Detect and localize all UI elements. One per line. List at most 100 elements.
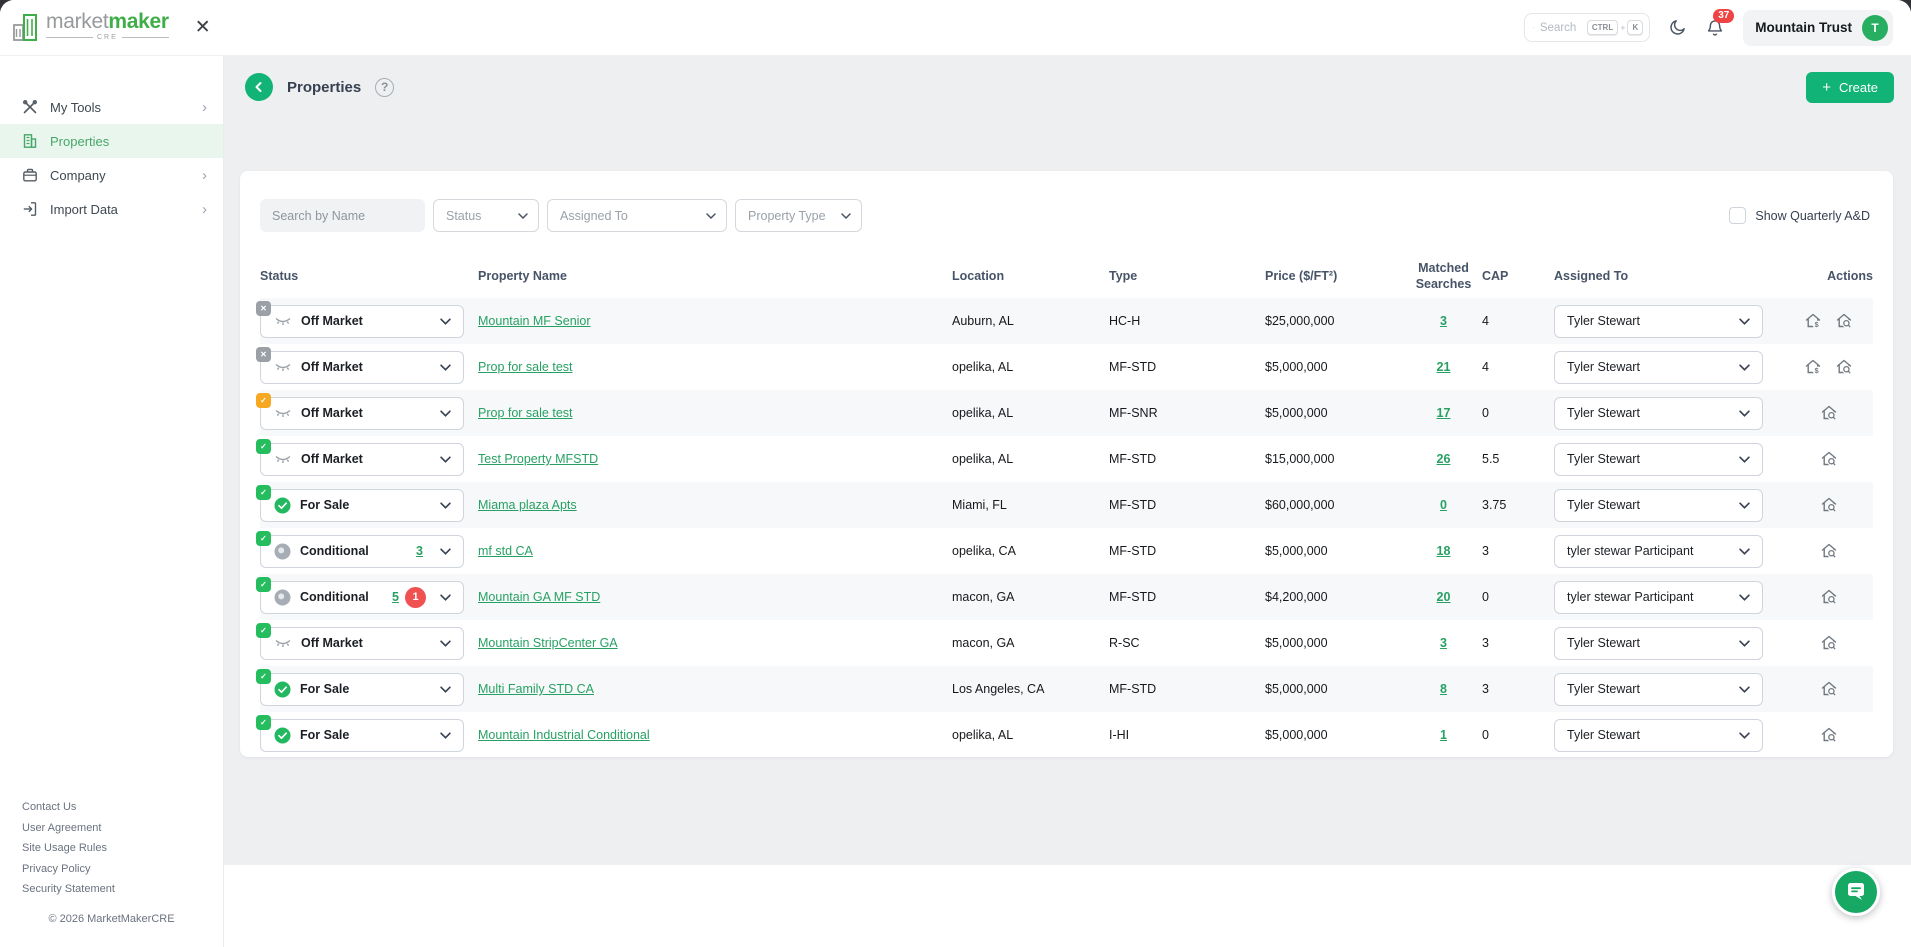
assigned-to-dropdown[interactable]: Tyler Stewart [1554,673,1763,706]
status-dropdown[interactable]: ✓ Off Market [260,397,464,430]
assigned-to-filter-select[interactable]: Assigned To [547,199,727,232]
property-name-link[interactable]: Miama plaza Apts [478,498,577,512]
dark-mode-toggle[interactable] [1668,18,1687,37]
status-dropdown[interactable]: ✓ For Sale [260,489,464,522]
sidebar-footer-links: Contact Us User Agreement Site Usage Rul… [22,801,115,895]
price-cell: $15,000,000 [1265,452,1405,466]
property-name-link[interactable]: Mountain Industrial Conditional [478,728,650,742]
assigned-to-dropdown[interactable]: Tyler Stewart [1554,351,1763,384]
sidebar-item-import-data[interactable]: Import Data › [0,192,223,226]
global-search-input[interactable] [1540,22,1582,34]
property-name-link[interactable]: Prop for sale test [478,360,573,374]
assigned-to-dropdown[interactable]: Tyler Stewart [1554,397,1763,430]
status-dropdown[interactable]: ✓ Conditional 5 1 [260,581,464,614]
link-security-statement[interactable]: Security Statement [22,883,115,895]
home-search-icon[interactable] [1820,680,1838,698]
home-search-icon[interactable] [1820,450,1838,468]
home-search-icon[interactable] [1820,634,1838,652]
home-search-icon[interactable] [1820,726,1838,744]
link-user-agreement[interactable]: User Agreement [22,822,115,834]
property-name-link[interactable]: Mountain StripCenter GA [478,636,618,650]
show-quarterly-checkbox[interactable] [1729,207,1746,224]
actions-cell [1784,496,1873,514]
sidebar-item-label: Company [50,168,106,183]
link-contact-us[interactable]: Contact Us [22,801,115,813]
status-label: For Sale [300,498,349,512]
chevron-down-icon [1739,594,1750,601]
matched-searches-link[interactable]: 17 [1437,406,1451,420]
status-dropdown[interactable]: ✓ For Sale [260,673,464,706]
property-type-filter-select[interactable]: Property Type [735,199,862,232]
assigned-to-label: tyler stewar Participant [1567,590,1731,604]
property-name-link[interactable]: mf std CA [478,544,533,558]
property-name-link[interactable]: Mountain GA MF STD [478,590,600,604]
sidebar-item-company[interactable]: Company › [0,158,223,192]
matched-searches-link[interactable]: 26 [1437,452,1451,466]
row-state-badge: ✓ [256,715,271,730]
matched-searches-link[interactable]: 20 [1437,590,1451,604]
status-dropdown[interactable]: ✕ Off Market [260,305,464,338]
account-menu[interactable]: Mountain Trust T [1743,10,1893,46]
matched-searches-link[interactable]: 18 [1437,544,1451,558]
link-site-usage-rules[interactable]: Site Usage Rules [22,842,115,854]
matched-searches-link[interactable]: 21 [1437,360,1451,374]
home-dollar-icon[interactable]: $ [1804,358,1822,376]
assigned-to-label: Tyler Stewart [1567,314,1731,328]
property-name-link[interactable]: Test Property MFSTD [478,452,598,466]
assigned-to-dropdown[interactable]: Tyler Stewart [1554,305,1763,338]
home-search-icon[interactable] [1820,542,1838,560]
search-by-name-input[interactable] [260,199,425,232]
property-name-link[interactable]: Mountain MF Senior [478,314,591,328]
status-dropdown[interactable]: ✓ Conditional 3 [260,535,464,568]
price-cell: $5,000,000 [1265,728,1405,742]
marketmaker-logo[interactable]: marketmaker CRE [12,11,169,45]
matched-searches-link[interactable]: 0 [1440,498,1447,512]
property-name-link[interactable]: Multi Family STD CA [478,682,594,696]
matched-searches-link[interactable]: 3 [1440,636,1447,650]
sidebar-item-properties[interactable]: Properties [0,124,223,158]
row-state-badge: ✓ [256,485,271,500]
matched-searches-link[interactable]: 8 [1440,682,1447,696]
home-search-icon[interactable] [1835,312,1853,330]
matched-searches-link[interactable]: 3 [1440,314,1447,328]
assigned-to-label: tyler stewar Participant [1567,544,1731,558]
assigned-to-dropdown[interactable]: Tyler Stewart [1554,489,1763,522]
link-privacy-policy[interactable]: Privacy Policy [22,863,115,875]
create-button[interactable]: + Create [1806,72,1894,103]
home-dollar-icon[interactable]: $ [1804,312,1822,330]
col-property-name: Property Name [478,268,952,284]
notifications-button[interactable]: 37 [1705,18,1725,38]
conditional-count-link[interactable]: 5 [392,590,399,604]
global-search[interactable]: CTRL + K [1524,13,1650,42]
chevron-down-icon [440,318,451,325]
back-button[interactable] [245,73,273,101]
assigned-to-dropdown[interactable]: Tyler Stewart [1554,719,1763,752]
matched-searches-link[interactable]: 1 [1440,728,1447,742]
status-filter-select[interactable]: Status [433,199,539,232]
show-quarterly-label[interactable]: Show Quarterly A&D [1755,209,1870,223]
price-cell: $60,000,000 [1265,498,1405,512]
create-button-label: Create [1839,80,1878,95]
status-dropdown[interactable]: ✓ Off Market [260,443,464,476]
chevron-down-icon [440,686,451,693]
conditional-count-link[interactable]: 3 [416,544,423,558]
assigned-to-dropdown[interactable]: tyler stewar Participant [1554,581,1763,614]
chat-button[interactable] [1832,868,1880,916]
status-dropdown[interactable]: ✓ For Sale [260,719,464,752]
chat-icon [1844,880,1868,904]
home-search-icon[interactable] [1820,588,1838,606]
status-dropdown[interactable]: ✕ Off Market [260,351,464,384]
status-dropdown[interactable]: ✓ Off Market [260,627,464,660]
location-cell: opelika, AL [952,728,1109,742]
home-search-icon[interactable] [1820,496,1838,514]
assigned-to-dropdown[interactable]: Tyler Stewart [1554,443,1763,476]
assigned-to-dropdown[interactable]: Tyler Stewart [1554,627,1763,660]
home-search-icon[interactable] [1820,404,1838,422]
home-search-icon[interactable] [1835,358,1853,376]
close-icon[interactable]: ✕ [195,18,211,37]
help-icon[interactable]: ? [375,78,394,97]
property-name-link[interactable]: Prop for sale test [478,406,573,420]
sidebar-item-my-tools[interactable]: My Tools › [0,90,223,124]
assigned-to-dropdown[interactable]: tyler stewar Participant [1554,535,1763,568]
page-title: Properties [287,79,361,96]
